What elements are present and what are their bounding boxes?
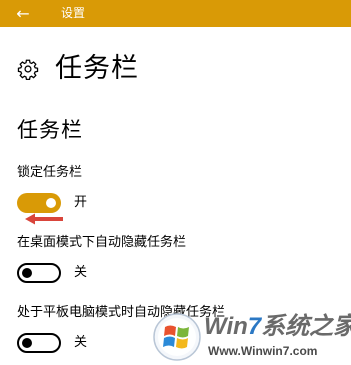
setting-label-autohide-desktop: 在桌面模式下自动隐藏任务栏 [17,235,187,250]
title-bar: ← 设置 [0,0,351,27]
windows-logo-icon [153,313,201,361]
watermark-brand: Win7系统之家 [204,313,351,340]
red-arrow-left-icon [25,213,63,225]
page-header: 任务栏 [17,52,139,86]
arrow-left-icon: ← [16,4,30,23]
back-button[interactable]: ← [0,0,46,27]
gear-icon [17,59,39,80]
toggle-knob [46,198,56,208]
lock-taskbar-toggle[interactable] [17,193,61,213]
page-title: 任务栏 [55,53,139,84]
toggle-state-lock-taskbar: 开 [74,195,88,210]
autohide-desktop-toggle[interactable] [17,263,61,283]
toggle-knob [22,268,32,278]
section-title: 任务栏 [17,118,83,142]
toggle-knob [22,338,32,348]
toggle-state-autohide-desktop: 关 [74,265,88,280]
watermark-url: Www.Winwin7.com [208,344,318,358]
watermark: Win7系统之家 Www.Winwin7.com [152,310,351,365]
window-title: 设置 [61,6,86,20]
setting-label-lock-taskbar: 锁定任务栏 [17,165,83,180]
autohide-tablet-toggle[interactable] [17,333,61,353]
toggle-state-autohide-tablet: 关 [74,335,88,350]
